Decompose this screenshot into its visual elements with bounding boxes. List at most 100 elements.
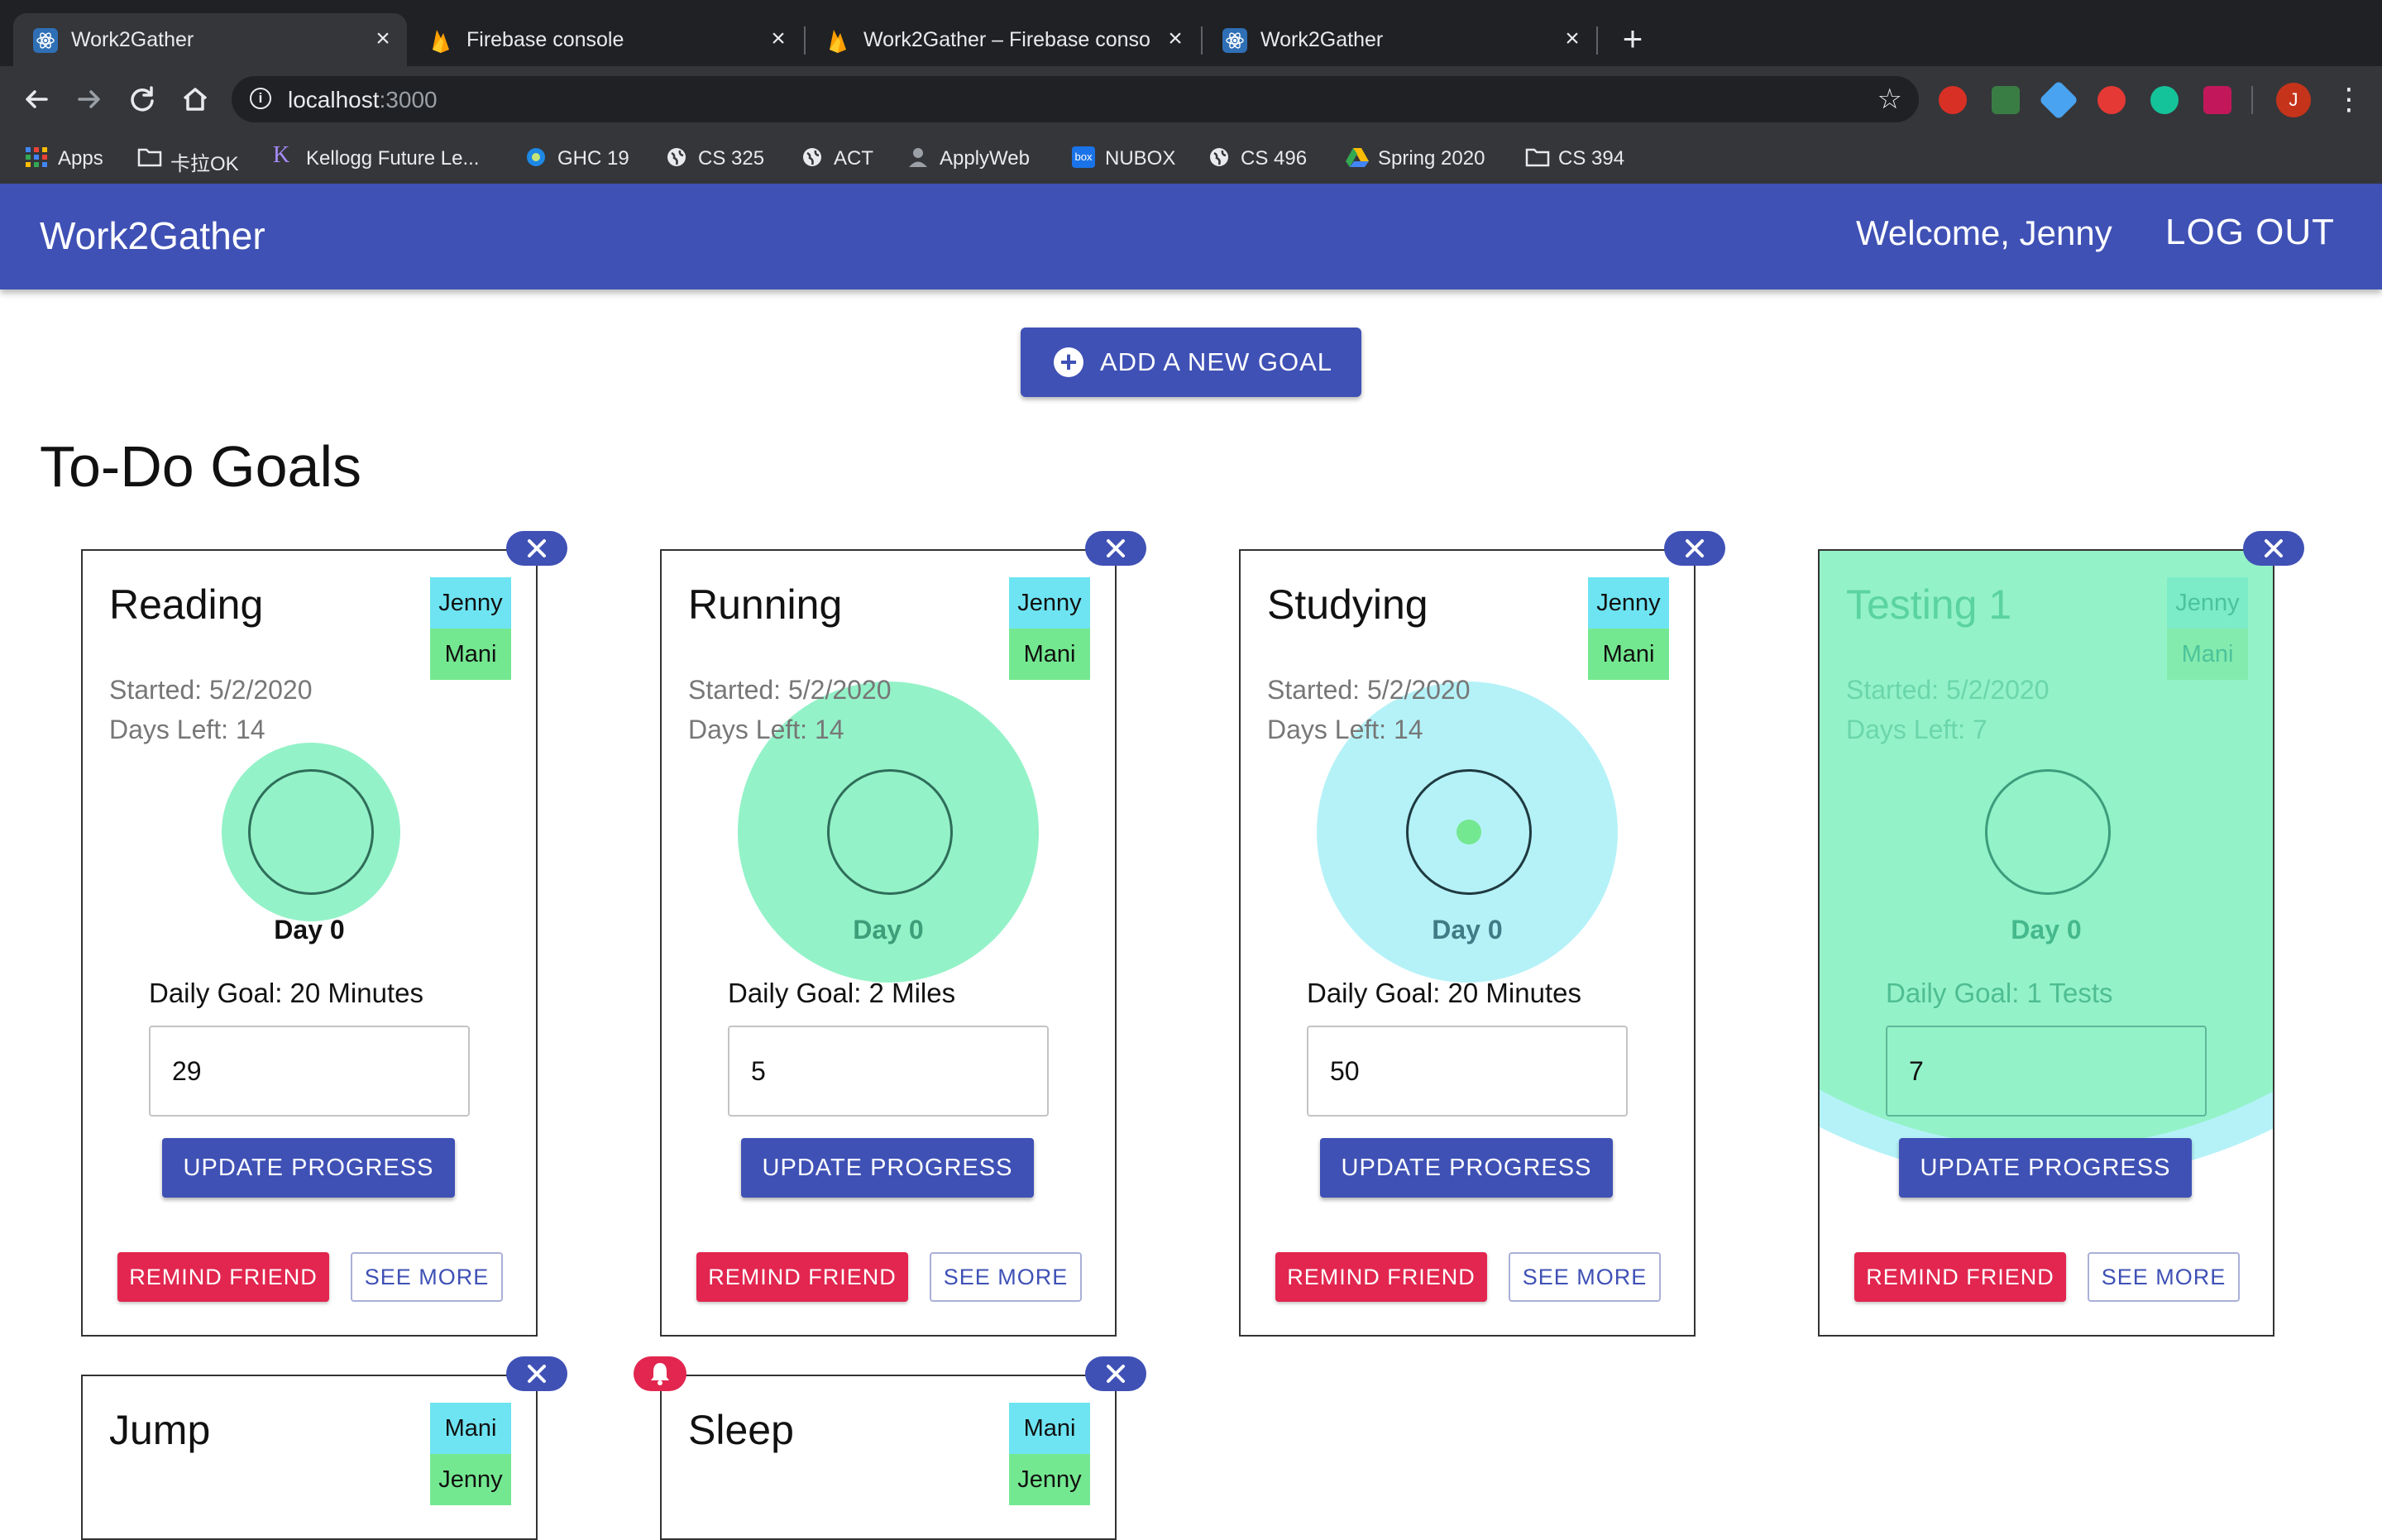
grammarly-icon[interactable] bbox=[2150, 86, 2179, 114]
member-chip: Jenny bbox=[430, 577, 511, 629]
add-goal-button[interactable]: + ADD A NEW GOAL bbox=[1021, 328, 1361, 397]
member-chip: Mani bbox=[1588, 629, 1669, 680]
start-date: Started: 5/2/2020 bbox=[1267, 675, 1471, 705]
progress-target-circle[interactable] bbox=[248, 769, 374, 895]
update-progress-button[interactable]: UPDATE PROGRESS bbox=[741, 1138, 1034, 1198]
remind-friend-button[interactable]: REMIND FRIEND bbox=[1854, 1252, 2066, 1302]
app-brand[interactable]: Work2Gather bbox=[40, 213, 265, 258]
update-progress-button[interactable]: UPDATE PROGRESS bbox=[162, 1138, 455, 1198]
member-chip: Jenny bbox=[1009, 1454, 1090, 1505]
new-tab-icon[interactable]: + bbox=[1614, 22, 1651, 58]
progress-input[interactable] bbox=[149, 1026, 470, 1117]
tab-title: Firebase console bbox=[466, 28, 624, 51]
bookmark-label: ApplyWeb bbox=[940, 147, 1030, 170]
adblock-extension-icon[interactable] bbox=[1939, 86, 1967, 114]
close-tab-icon[interactable]: × bbox=[369, 25, 397, 53]
globe-icon bbox=[801, 146, 824, 168]
progress-input[interactable] bbox=[728, 1026, 1049, 1117]
bookmark-label: GHC 19 bbox=[557, 147, 629, 170]
toolbar-separator bbox=[2251, 86, 2253, 114]
close-icon bbox=[2265, 539, 2283, 557]
forward-icon[interactable] bbox=[71, 81, 108, 117]
close-tab-icon[interactable]: × bbox=[1161, 25, 1189, 53]
member-chip: Mani bbox=[1009, 629, 1090, 680]
more-menu-icon[interactable]: ⋮ bbox=[2334, 83, 2364, 119]
update-progress-button[interactable]: UPDATE PROGRESS bbox=[1320, 1138, 1613, 1198]
tab-title: Work2Gather bbox=[71, 28, 194, 51]
see-more-button[interactable]: SEE MORE bbox=[930, 1252, 1082, 1302]
tab-separator bbox=[1596, 26, 1598, 55]
delete-goal-button[interactable] bbox=[1085, 1356, 1146, 1391]
react-icon bbox=[1222, 28, 1247, 53]
update-progress-button[interactable]: UPDATE PROGRESS bbox=[1899, 1138, 2192, 1198]
goal-card: Testing 1 Jenny Mani Started: 5/2/2020 D… bbox=[1818, 549, 2274, 1337]
goal-title: Testing 1 bbox=[1846, 581, 2012, 628]
see-more-button[interactable]: SEE MORE bbox=[1509, 1252, 1661, 1302]
progress-target-circle[interactable] bbox=[1406, 769, 1532, 895]
days-left: Days Left: 7 bbox=[1846, 715, 1987, 744]
member-chip: Mani bbox=[430, 1403, 511, 1454]
browser-toolbar: i localhost:3000 ☆ J ⋮ bbox=[0, 66, 2382, 132]
day-counter: Day 0 bbox=[274, 915, 345, 945]
bookmark-label: NUBOX bbox=[1105, 147, 1176, 170]
url-text: localhost:3000 bbox=[288, 87, 438, 113]
daily-goal: Daily Goal: 20 Minutes bbox=[149, 978, 423, 1008]
person-icon bbox=[906, 146, 930, 168]
delete-goal-button[interactable] bbox=[2243, 531, 2304, 566]
delete-goal-button[interactable] bbox=[506, 531, 567, 566]
days-left: Days Left: 14 bbox=[688, 715, 844, 744]
day-counter: Day 0 bbox=[853, 915, 924, 945]
bell-icon bbox=[651, 1363, 669, 1385]
member-chip: Jenny bbox=[1009, 577, 1090, 629]
bookmark-label: Spring 2020 bbox=[1378, 147, 1485, 170]
see-more-button[interactable]: SEE MORE bbox=[2088, 1252, 2240, 1302]
browser-tab[interactable]: Firebase console × bbox=[409, 13, 802, 66]
delete-goal-button[interactable] bbox=[1664, 531, 1725, 566]
start-date: Started: 5/2/2020 bbox=[109, 675, 313, 705]
info-icon[interactable]: i bbox=[250, 88, 271, 109]
remind-friend-button[interactable]: REMIND FRIEND bbox=[696, 1252, 908, 1302]
tab-title: Work2Gather – Firebase conso bbox=[863, 28, 1150, 51]
progress-target-circle[interactable] bbox=[1985, 769, 2111, 895]
daily-goal: Daily Goal: 2 Miles bbox=[728, 978, 956, 1008]
bookmark-label: CS 325 bbox=[698, 147, 765, 170]
reload-icon[interactable] bbox=[124, 81, 160, 117]
delete-goal-button[interactable] bbox=[1085, 531, 1146, 566]
progress-input[interactable] bbox=[1886, 1026, 2207, 1117]
member-chip: Mani bbox=[2167, 629, 2248, 680]
member-chip: Jenny bbox=[430, 1454, 511, 1505]
back-icon[interactable] bbox=[18, 81, 55, 117]
day-counter: Day 0 bbox=[2011, 915, 2082, 945]
progress-input[interactable] bbox=[1307, 1026, 1628, 1117]
apps-grid-icon bbox=[25, 146, 48, 168]
days-left: Days Left: 14 bbox=[1267, 715, 1423, 744]
goal-title: Running bbox=[688, 581, 843, 628]
goal-title: Sleep bbox=[688, 1407, 794, 1453]
notification-badge[interactable] bbox=[634, 1356, 686, 1391]
sync-extension-icon[interactable] bbox=[2097, 86, 2126, 114]
box-icon: box bbox=[1072, 146, 1095, 168]
close-tab-icon[interactable]: × bbox=[764, 25, 792, 53]
profile-avatar[interactable]: J bbox=[2276, 83, 2311, 117]
bookmark-star-icon[interactable]: ☆ bbox=[1877, 83, 1902, 116]
puzzle-extension-icon[interactable] bbox=[2203, 86, 2231, 114]
see-more-button[interactable]: SEE MORE bbox=[351, 1252, 503, 1302]
goal-card: Jump Mani Jenny bbox=[81, 1375, 538, 1540]
remind-friend-button[interactable]: REMIND FRIEND bbox=[117, 1252, 329, 1302]
frog-extension-icon[interactable] bbox=[1992, 86, 2020, 114]
diamond-extension-icon[interactable] bbox=[2038, 79, 2079, 121]
browser-tab[interactable]: Work2Gather × bbox=[13, 13, 407, 66]
close-icon bbox=[528, 539, 546, 557]
logout-button[interactable]: LOG OUT bbox=[2165, 212, 2335, 253]
browser-tab[interactable]: Work2Gather × bbox=[1203, 13, 1596, 66]
delete-goal-button[interactable] bbox=[506, 1356, 567, 1391]
folder-icon bbox=[1525, 146, 1550, 168]
browser-tab[interactable]: Work2Gather – Firebase conso × bbox=[806, 13, 1199, 66]
goal-card: Sleep Mani Jenny bbox=[660, 1375, 1117, 1540]
progress-target-circle[interactable] bbox=[827, 769, 953, 895]
address-bar[interactable]: i localhost:3000 ☆ bbox=[232, 76, 1919, 122]
close-tab-icon[interactable]: × bbox=[1558, 25, 1586, 53]
close-icon bbox=[1686, 539, 1704, 557]
home-icon[interactable] bbox=[177, 81, 213, 117]
remind-friend-button[interactable]: REMIND FRIEND bbox=[1275, 1252, 1487, 1302]
